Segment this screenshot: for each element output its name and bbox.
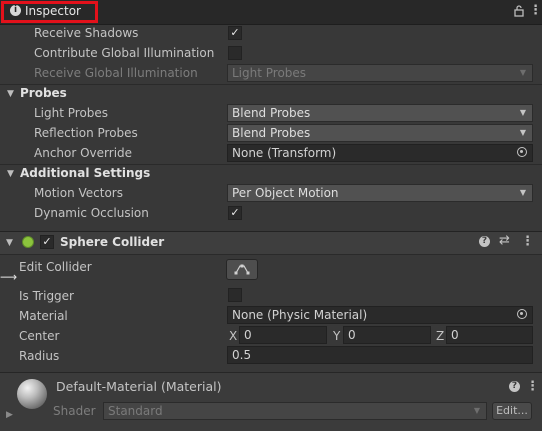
shader-value: Standard xyxy=(108,404,163,418)
fold-open-icon[interactable]: ▼ xyxy=(7,169,14,179)
center-x-field[interactable]: 0 xyxy=(239,326,327,344)
fold-open-icon[interactable]: ▼ xyxy=(6,238,13,248)
chevron-down-icon: ▼ xyxy=(519,108,526,117)
sphere-collider-title: Sphere Collider xyxy=(60,235,165,249)
kebab-menu-icon[interactable]: ⋮ xyxy=(526,379,539,394)
is-trigger-checkbox[interactable] xyxy=(228,288,242,302)
kebab-menu-icon[interactable]: ⋮ xyxy=(529,3,542,18)
lock-icon[interactable] xyxy=(514,5,524,20)
chevron-down-icon: ▼ xyxy=(519,188,526,197)
radius-label: Radius xyxy=(19,349,60,363)
is-trigger-label: Is Trigger xyxy=(19,289,74,303)
center-x-label[interactable]: X xyxy=(229,329,237,343)
fold-open-icon[interactable]: ▼ xyxy=(7,89,14,99)
probes-header[interactable]: Probes xyxy=(20,86,67,100)
shader-label: Shader xyxy=(53,404,96,418)
center-y-field[interactable]: 0 xyxy=(343,326,431,344)
divider xyxy=(0,164,542,165)
radius-field[interactable]: 0.5 xyxy=(227,346,533,364)
center-z-field[interactable]: 0 xyxy=(446,326,533,344)
dynamic-occlusion-label: Dynamic Occlusion xyxy=(34,206,149,220)
receive-gi-dropdown: Light Probes ▼ xyxy=(227,64,533,82)
motion-vectors-label: Motion Vectors xyxy=(34,186,123,200)
edit-collider-button[interactable] xyxy=(226,259,258,280)
mouse-cursor-icon: ⟶ xyxy=(0,270,18,284)
reflection-probes-label: Reflection Probes xyxy=(34,126,138,140)
edit-shader-button[interactable]: Edit... xyxy=(492,402,532,420)
chevron-down-icon: ▼ xyxy=(519,128,526,137)
chevron-down-icon: ▼ xyxy=(473,406,480,415)
divider xyxy=(0,84,542,85)
reflection-probes-dropdown[interactable]: Blend Probes ▼ xyxy=(227,124,533,142)
chevron-down-icon: ▼ xyxy=(519,68,526,77)
center-label: Center xyxy=(19,329,60,343)
reflection-probes-value: Blend Probes xyxy=(232,126,311,140)
light-probes-value: Blend Probes xyxy=(232,106,311,120)
material-preview-icon xyxy=(17,379,47,409)
help-icon[interactable]: ? xyxy=(509,381,520,392)
material-label: Material xyxy=(19,309,68,323)
center-y-label[interactable]: Y xyxy=(333,329,340,343)
edit-bounds-icon xyxy=(234,264,250,275)
material-name: Default-Material (Material) xyxy=(56,379,222,394)
motion-vectors-dropdown[interactable]: Per Object Motion ▼ xyxy=(227,184,533,202)
light-probes-label: Light Probes xyxy=(34,106,109,120)
material-value: None (Physic Material) xyxy=(232,308,368,322)
center-z-label[interactable]: Z xyxy=(436,329,444,343)
presets-icon[interactable]: ⇄ xyxy=(499,233,510,248)
dynamic-occlusion-checkbox[interactable]: ✓ xyxy=(228,206,242,220)
kebab-menu-icon[interactable]: ⋮ xyxy=(521,234,534,249)
light-probes-dropdown[interactable]: Blend Probes ▼ xyxy=(227,104,533,122)
receive-gi-value: Light Probes xyxy=(232,66,307,80)
sphere-collider-enabled-checkbox[interactable]: ✓ xyxy=(40,235,54,249)
contribute-gi-checkbox[interactable] xyxy=(228,46,242,60)
fold-closed-icon[interactable]: ▶ xyxy=(6,410,13,420)
shader-dropdown[interactable]: Standard ▼ xyxy=(103,402,487,420)
receive-gi-label: Receive Global Illumination xyxy=(34,66,198,80)
motion-vectors-value: Per Object Motion xyxy=(232,186,339,200)
object-picker-icon[interactable] xyxy=(517,147,527,157)
anchor-override-value: None (Transform) xyxy=(232,146,337,160)
receive-shadows-checkbox[interactable]: ✓ xyxy=(228,26,242,40)
object-picker-icon[interactable] xyxy=(517,309,527,319)
additional-settings-header[interactable]: Additional Settings xyxy=(20,166,150,180)
highlight-box xyxy=(1,1,98,23)
contribute-gi-label: Contribute Global Illumination xyxy=(34,46,215,60)
edit-collider-label: Edit Collider xyxy=(19,260,92,274)
receive-shadows-label: Receive Shadows xyxy=(34,26,139,40)
anchor-override-field[interactable]: None (Transform) xyxy=(227,144,533,162)
sphere-collider-icon xyxy=(22,236,34,248)
material-field[interactable]: None (Physic Material) xyxy=(227,306,533,324)
anchor-override-label: Anchor Override xyxy=(34,146,133,160)
help-icon[interactable]: ? xyxy=(479,236,490,247)
